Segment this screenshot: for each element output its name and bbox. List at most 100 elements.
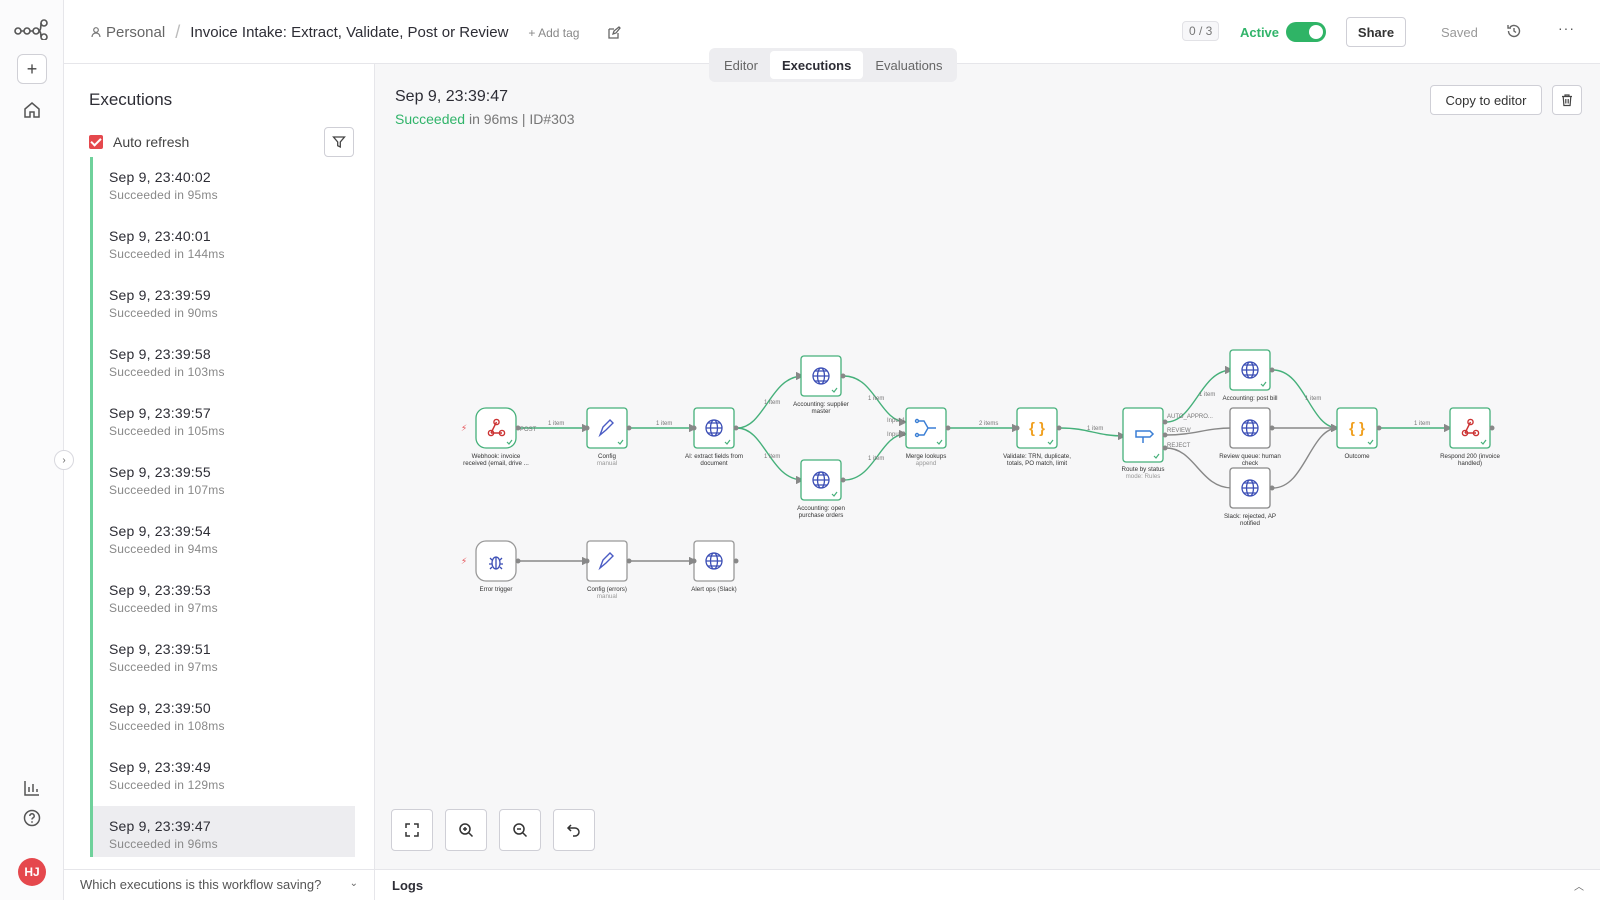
node-label: document <box>700 460 727 467</box>
execution-item[interactable]: Sep 9, 23:39:59 Succeeded in 90ms <box>90 275 355 334</box>
execution-time: Sep 9, 23:39:51 <box>109 641 211 657</box>
node-sub: mode: Rules <box>1126 473 1161 480</box>
execution-item[interactable]: Sep 9, 23:39:51 Succeeded in 97ms <box>90 629 355 688</box>
edge-label: 1 item <box>764 400 780 406</box>
edge-label: 1 item <box>1414 421 1430 427</box>
logs-panel[interactable]: Logs ︿ <box>375 869 1600 900</box>
execution-status: Succeeded in 96ms <box>109 837 218 851</box>
execution-status: Succeeded in 144ms <box>109 247 225 261</box>
node-label: Webhook: invoice <box>472 453 521 460</box>
more-menu-icon[interactable]: ··· <box>1558 20 1575 36</box>
auto-refresh[interactable]: Auto refresh <box>89 134 189 150</box>
globe-icon <box>812 471 830 489</box>
chevron-up-icon[interactable]: ︿ <box>1574 878 1584 893</box>
saving-question: Which executions is this workflow saving… <box>80 877 322 892</box>
execution-status: Succeeded in 105ms <box>109 424 225 438</box>
canvas-controls <box>391 809 595 851</box>
edge-label: 1 item <box>1305 396 1321 402</box>
execution-item[interactable]: Sep 9, 23:39:57 Succeeded in 105ms <box>90 393 355 452</box>
node-label: Outcome <box>1344 453 1370 460</box>
n8n-logo-icon[interactable] <box>14 18 48 40</box>
execution-item[interactable]: Sep 9, 23:39:49 Succeeded in 129ms <box>90 747 355 806</box>
zoom-in-icon <box>459 823 474 838</box>
execution-time: Sep 9, 23:39:59 <box>109 287 211 303</box>
node-sub: append <box>916 460 937 467</box>
edge-label: 1 item <box>1087 426 1103 432</box>
tab-evaluations[interactable]: Evaluations <box>863 51 954 79</box>
left-rail: + HJ <box>0 0 64 900</box>
node-label: Error trigger <box>479 586 512 593</box>
reset-zoom-button[interactable] <box>553 809 595 851</box>
node-label: Respond 200 (invoice <box>1440 453 1500 460</box>
tab-editor[interactable]: Editor <box>712 51 770 79</box>
node-error-config <box>586 540 628 582</box>
auto-refresh-label: Auto refresh <box>113 134 190 150</box>
code-braces-icon: { } <box>1029 420 1045 437</box>
globe-icon <box>705 552 723 570</box>
fullscreen-icon <box>405 823 419 837</box>
chevron-down-icon: ⌄ <box>349 878 358 889</box>
edge <box>1272 423 1340 489</box>
help-icon[interactable] <box>22 808 42 828</box>
edge-label: 1 item <box>868 456 884 462</box>
filter-button[interactable] <box>324 127 354 157</box>
execution-status: Succeeded in 95ms <box>109 188 218 202</box>
code-braces-icon: { } <box>1349 420 1365 437</box>
execution-item[interactable]: Sep 9, 23:39:55 Succeeded in 107ms <box>90 452 355 511</box>
node-sub: manual <box>597 460 617 467</box>
execution-status: Succeeded in 97ms <box>109 660 218 674</box>
execution-item-selected[interactable]: Sep 9, 23:39:47 Succeeded in 96ms <box>90 806 355 857</box>
node-label: Alert ops (Slack) <box>691 586 736 593</box>
add-button[interactable]: + <box>17 54 47 84</box>
fit-view-button[interactable] <box>391 809 433 851</box>
execution-time: Sep 9, 23:39:50 <box>109 700 211 716</box>
active-label: Active <box>1240 25 1280 40</box>
executions-title: Executions <box>89 90 173 109</box>
globe-icon <box>1241 479 1259 497</box>
node-label: Config (errors) <box>587 586 627 593</box>
evaluation-counter: 0 / 3 <box>1182 21 1220 41</box>
execution-status: Succeeded in 94ms <box>109 542 218 556</box>
node-label: Accounting: open <box>797 505 845 512</box>
share-button[interactable]: Share <box>1346 17 1406 47</box>
workflow-canvas[interactable]: Sep 9, 23:39:47 Succeeded in 96ms | ID#3… <box>375 64 1600 869</box>
execution-status: Succeeded in 97ms <box>109 601 218 615</box>
history-icon[interactable] <box>1506 23 1522 39</box>
node-label: Review queue: human <box>1219 453 1281 460</box>
execution-time: Sep 9, 23:40:02 <box>109 169 211 185</box>
execution-item[interactable]: Sep 9, 23:40:01 Succeeded in 144ms <box>90 216 355 275</box>
tab-executions[interactable]: Executions <box>769 51 864 79</box>
node-label: totals, PO match, limit <box>1007 460 1067 467</box>
insights-icon[interactable] <box>22 778 42 798</box>
node-label: received (email, drive ... <box>463 460 529 467</box>
executions-panel: Executions Auto refresh Sep 9, 23:40:02 S… <box>64 64 375 869</box>
trigger-bolt-icon: ⚡ <box>461 556 467 566</box>
zoom-out-button[interactable] <box>499 809 541 851</box>
execution-item[interactable]: Sep 9, 23:39:50 Succeeded in 108ms <box>90 688 355 747</box>
edge-label: REJECT <box>1167 443 1191 449</box>
zoom-out-icon <box>513 823 528 838</box>
workflow-diagram: POST 1 item 1 item 1 item 1 item 1 item … <box>375 64 1600 869</box>
edge-label: POST <box>520 427 537 433</box>
node-label: AI: extract fields from <box>685 453 743 460</box>
auto-refresh-checkbox[interactable] <box>89 135 103 149</box>
user-avatar[interactable]: HJ <box>18 858 46 886</box>
edge-label: 1 item <box>868 396 884 402</box>
home-icon[interactable] <box>22 100 42 120</box>
node-label: Accounting: post bill <box>1222 395 1277 402</box>
expand-sidebar-button[interactable]: › <box>54 450 74 470</box>
node-route <box>1122 407 1164 463</box>
execution-item[interactable]: Sep 9, 23:39:53 Succeeded in 97ms <box>90 570 355 629</box>
zoom-in-button[interactable] <box>445 809 487 851</box>
execution-item[interactable]: Sep 9, 23:39:54 Succeeded in 94ms <box>90 511 355 570</box>
execution-status: Succeeded in 129ms <box>109 778 225 792</box>
active-toggle[interactable] <box>1286 22 1326 42</box>
node-label: Route by status <box>1122 466 1165 473</box>
execution-item[interactable]: Sep 9, 23:39:58 Succeeded in 103ms <box>90 334 355 393</box>
execution-time: Sep 9, 23:39:55 <box>109 464 211 480</box>
node-label: check <box>1242 460 1259 467</box>
edge-label: Input 2 <box>887 432 906 438</box>
execution-item[interactable]: Sep 9, 23:40:02 Succeeded in 95ms <box>90 157 355 216</box>
saving-settings-toggle[interactable]: Which executions is this workflow saving… <box>64 869 375 900</box>
node-label: handled) <box>1458 460 1482 467</box>
